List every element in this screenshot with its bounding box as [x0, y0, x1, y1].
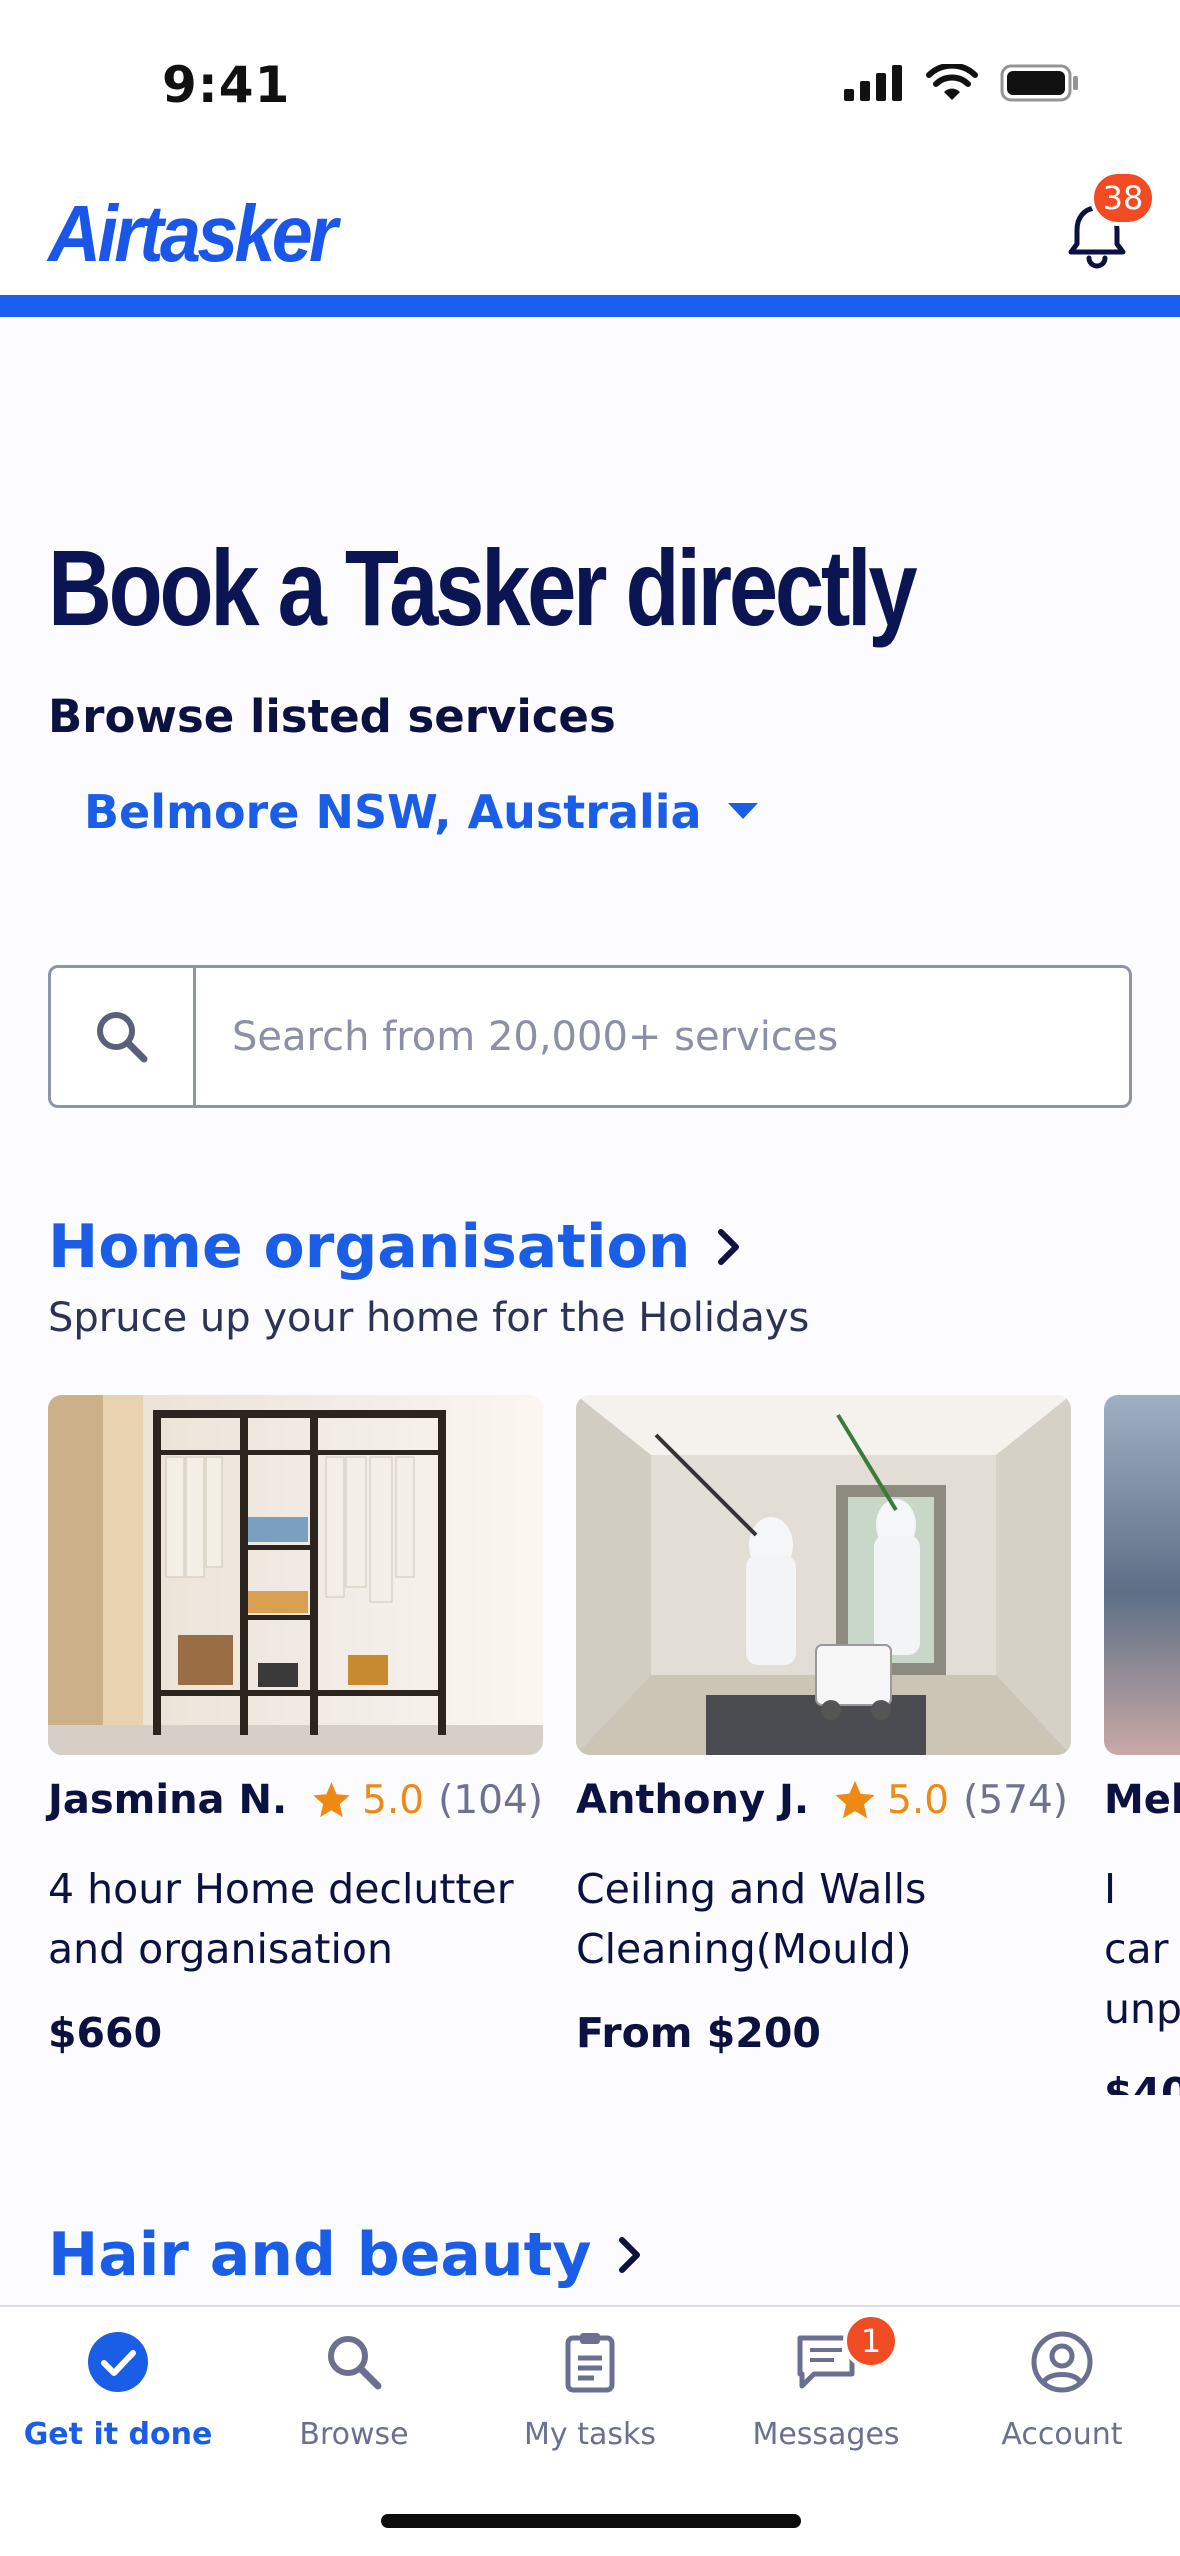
- review-count: (574): [963, 1777, 1068, 1823]
- card-meta: Jasmina N. 5.0 (104): [48, 1777, 543, 1823]
- star-icon: [835, 1780, 875, 1819]
- tasker-name[interactable]: Anthony J.: [576, 1777, 809, 1823]
- airtasker-logo[interactable]: Airtasker: [48, 188, 338, 280]
- search-input[interactable]: [196, 968, 1129, 1105]
- notification-badge: 38: [1090, 170, 1156, 226]
- card-meta: Anthony J. 5.0 (574): [576, 1777, 1071, 1823]
- star-icon: [313, 1782, 350, 1818]
- card-clip: Mel I car unp $40: [1104, 1395, 1180, 2095]
- rating-value: 5.0: [887, 1777, 950, 1823]
- nav-item-browse[interactable]: Browse: [236, 2327, 472, 2452]
- chevron-right-icon: [619, 2237, 641, 2273]
- tasker-name[interactable]: Jasmina N.: [48, 1777, 287, 1823]
- page-title: Book a Tasker directly: [48, 527, 918, 648]
- check-circle-icon: [83, 2327, 153, 2397]
- service-description: 4 hour Home declutter and organisation: [48, 1865, 514, 1973]
- caret-down-icon: [727, 803, 758, 819]
- service-card[interactable]: Mel I car unp $40: [1104, 1395, 1180, 2095]
- section-title-label: Hair and beauty: [48, 2220, 592, 2290]
- service-price: $660: [48, 2009, 163, 2057]
- account-icon: [1027, 2327, 1097, 2397]
- service-card[interactable]: Anthony J. 5.0 (574) Ceiling and Walls C…: [576, 1395, 1071, 2057]
- rating-value: 5.0: [362, 1777, 425, 1823]
- chevron-right-icon: [718, 1229, 740, 1265]
- nav-item-my-tasks[interactable]: My tasks: [472, 2327, 708, 2452]
- nav-label: Messages: [752, 2417, 900, 2452]
- card-meta: Mel: [1104, 1777, 1180, 1823]
- chat-icon: 1: [791, 2313, 899, 2397]
- nav-label: Get it done: [23, 2417, 213, 2452]
- service-image-ceiling-cleaning: [576, 1395, 1071, 1755]
- nav-label: My tasks: [524, 2417, 656, 2452]
- nav-item-messages[interactable]: 1 Messages: [708, 2313, 944, 2452]
- section-subtitle: Spruce up your home for the Holidays: [48, 1295, 810, 1341]
- service-description: Ceiling and Walls Cleaning(Mould): [576, 1865, 927, 1973]
- status-bar: 9:41: [0, 0, 1180, 160]
- battery-icon: [1000, 64, 1078, 102]
- location-label: Belmore NSW, Australia: [84, 785, 702, 839]
- search-box[interactable]: [48, 965, 1132, 1108]
- search-button[interactable]: [51, 968, 196, 1105]
- hero-subtitle: Browse listed services: [48, 690, 616, 743]
- service-price: $40: [1104, 2069, 1180, 2095]
- service-image-unpacking: [1104, 1395, 1180, 1755]
- nav-item-account[interactable]: Account: [944, 2327, 1180, 2452]
- nav-label: Browse: [299, 2417, 409, 2452]
- wifi-icon: [926, 64, 978, 100]
- review-count: (104): [438, 1777, 543, 1823]
- section-title-label: Home organisation: [48, 1212, 691, 1282]
- tasker-name[interactable]: Mel: [1104, 1777, 1180, 1823]
- section-title-hair-and-beauty[interactable]: Hair and beauty: [48, 2220, 643, 2290]
- service-description: I car unp: [1104, 1865, 1180, 2033]
- status-time: 9:41: [162, 56, 291, 114]
- status-icons: [844, 64, 1080, 102]
- home-indicator: [381, 2514, 801, 2528]
- service-price: From $200: [576, 2009, 821, 2057]
- messages-badge: 1: [843, 2313, 899, 2369]
- header-accent-bar: [0, 295, 1180, 317]
- search-icon: [97, 1011, 148, 1062]
- clipboard-icon: [555, 2327, 625, 2397]
- search-icon: [319, 2327, 389, 2397]
- nav-item-get-it-done[interactable]: Get it done: [0, 2327, 236, 2452]
- nav-label: Account: [1001, 2417, 1123, 2452]
- service-card[interactable]: Jasmina N. 5.0 (104) 4 hour Home declutt…: [48, 1395, 543, 2057]
- app-header: Airtasker 38: [0, 160, 1180, 295]
- location-selector[interactable]: Belmore NSW, Australia: [84, 785, 758, 839]
- cellular-signal-icon: [844, 65, 902, 101]
- service-image-wardrobe: [48, 1395, 543, 1755]
- section-title-home-organisation[interactable]: Home organisation: [48, 1212, 742, 1282]
